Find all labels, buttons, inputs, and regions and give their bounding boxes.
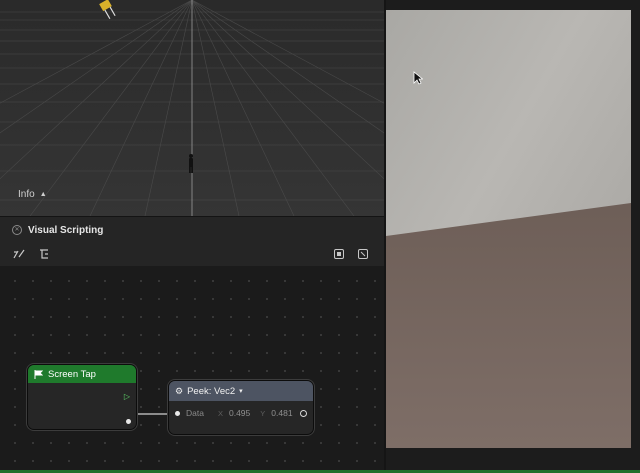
node-title: Screen Tap [48, 368, 96, 380]
x-value: 0.495 [228, 408, 251, 418]
exec-output-port[interactable]: ▷ [124, 392, 130, 401]
panel-header: ✕ Visual Scripting [0, 216, 384, 243]
data-output-port[interactable] [300, 410, 307, 417]
cursor-pointer-icon [413, 71, 423, 85]
scene-viewport[interactable]: Info ▲ [0, 0, 384, 216]
preview-panel [386, 0, 640, 473]
node-header: ⚙ Peek: Vec2 ▾ [169, 381, 313, 401]
visual-scripting-panel: ✕ Visual Scripting Screen Tap ▷ ⚙ Peek: … [0, 216, 384, 473]
screen-tap-node[interactable]: Screen Tap ▷ [27, 364, 137, 430]
data-output-port[interactable] [126, 419, 131, 424]
graph-toolbar [0, 243, 384, 267]
chevron-down-icon[interactable]: ▾ [239, 387, 243, 395]
data-input-row: Data X 0.495 Y 0.481 [175, 408, 293, 418]
subgraph-icon[interactable] [36, 246, 52, 262]
caret-up-icon: ▲ [39, 191, 47, 198]
peek-vec2-node[interactable]: ⚙ Peek: Vec2 ▾ Data X 0.495 Y 0.481 [168, 380, 314, 435]
camera-preview[interactable] [386, 10, 631, 448]
y-axis-label: Y [260, 408, 266, 418]
expand-icon[interactable] [355, 246, 371, 262]
flag-icon [34, 369, 43, 379]
close-icon[interactable]: ✕ [12, 225, 22, 235]
x-axis-label: X [217, 408, 223, 418]
node-title: Peek: Vec2 [187, 385, 236, 397]
y-value: 0.481 [271, 408, 293, 418]
gear-icon: ⚙ [175, 385, 184, 396]
info-toggle-button[interactable]: Info ▲ [18, 189, 47, 200]
node-header: Screen Tap [28, 365, 136, 383]
data-label: Data [186, 408, 204, 418]
frame-selection-icon[interactable] [331, 246, 347, 262]
data-input-port[interactable] [175, 410, 180, 416]
graph-canvas[interactable]: Screen Tap ▷ ⚙ Peek: Vec2 ▾ Data X 0.495… [0, 266, 384, 473]
info-label: Info [18, 189, 35, 200]
panel-title: Visual Scripting [28, 224, 104, 236]
graph-variables-icon[interactable] [11, 246, 27, 262]
